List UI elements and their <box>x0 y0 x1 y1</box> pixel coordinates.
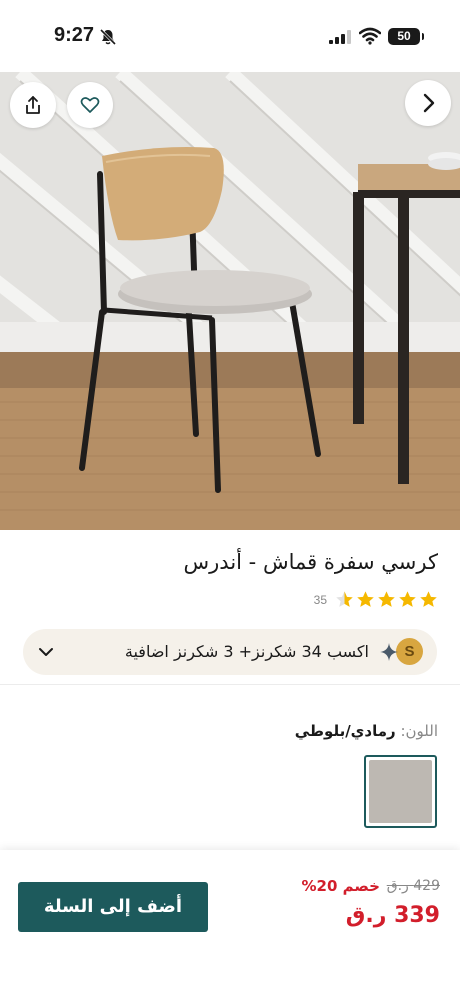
purchase-bar: أضف إلى السلة 429 ر.ق خصم 20% 339 ر.ق <box>0 850 460 1000</box>
status-time: 9:27 <box>54 24 95 46</box>
bell-muted-icon <box>99 28 117 46</box>
color-label-row: اللون: رمادي/بلوطي <box>295 722 438 740</box>
star-icon <box>378 591 395 607</box>
original-price: 429 ر.ق <box>386 878 440 894</box>
rewards-points-banner[interactable]: S اكسب 34 شكرنز+ 3 شكرنز اضافية <box>23 629 437 675</box>
color-label: اللون: <box>400 722 438 740</box>
divider <box>0 684 460 685</box>
share-button[interactable] <box>10 82 56 128</box>
chair-photo <box>0 72 460 530</box>
add-to-cart-button[interactable]: أضف إلى السلة <box>18 882 208 932</box>
sparkle-icon <box>380 643 398 661</box>
star-icon <box>420 591 437 607</box>
next-image-button[interactable] <box>405 80 451 126</box>
points-text: اكسب 34 شكرنز+ 3 شكرنز اضافية <box>124 642 369 661</box>
battery-icon: 50 <box>388 28 424 45</box>
discount-badge: خصم 20% <box>301 877 380 895</box>
share-icon <box>26 96 40 114</box>
star-icon <box>357 591 374 607</box>
star-icon <box>399 591 416 607</box>
heart-icon <box>80 97 100 113</box>
rating-count: 35 <box>313 592 327 607</box>
chevron-right-icon <box>423 93 435 113</box>
color-value: رمادي/بلوطي <box>294 722 396 740</box>
swatch-fabric <box>369 760 432 823</box>
product-title: كرسي سفرة قماش - أندرس <box>183 550 438 574</box>
star-half-icon <box>336 591 353 607</box>
coin-icon: S <box>396 638 423 665</box>
signal-icon <box>329 30 351 44</box>
product-image[interactable] <box>0 72 460 530</box>
color-swatch-grey-oak[interactable] <box>364 755 437 828</box>
sale-price: 339 ر.ق <box>345 903 440 928</box>
rating[interactable]: 35 <box>314 590 438 609</box>
chevron-down-icon[interactable] <box>37 643 55 661</box>
favorite-button[interactable] <box>67 82 113 128</box>
status-bar: 9:27 50 <box>0 0 460 72</box>
wifi-icon <box>359 27 381 45</box>
